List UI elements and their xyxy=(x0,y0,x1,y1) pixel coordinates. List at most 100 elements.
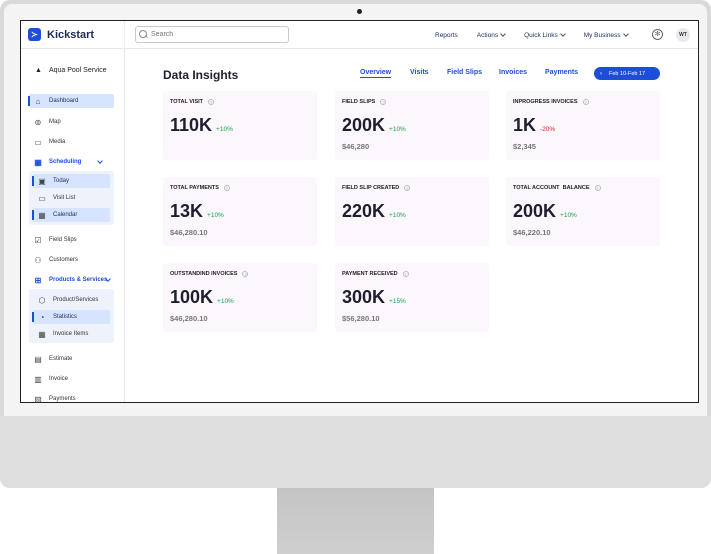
tab-overview[interactable]: Overview xyxy=(360,69,392,78)
sidebar-item-label: Products & Services xyxy=(49,277,108,283)
sidebar-item-calendar[interactable]: ▦ Calendar xyxy=(32,208,110,222)
monitor-frame: ≻ Kickstart Reports Actions Quick Links … xyxy=(0,0,711,488)
card-value: 300K xyxy=(342,287,386,307)
card-delta: +10% xyxy=(217,298,234,305)
gear-icon[interactable]: ✻ xyxy=(652,29,663,40)
chevron-down-icon xyxy=(622,31,629,37)
reports-label: Reports xyxy=(435,31,458,39)
chevron-left-icon: ‹ xyxy=(600,70,602,77)
quick-links-menu[interactable]: Quick Links xyxy=(524,31,566,39)
card-value: 220K xyxy=(342,201,386,221)
sidebar-item-media[interactable]: ▭ Media xyxy=(29,135,114,149)
grid-icon: ⊞ xyxy=(34,275,42,285)
calendar-icon: ▦ xyxy=(38,210,46,220)
sidebar-item-label: Payments xyxy=(49,396,76,402)
chevron-down-icon xyxy=(97,158,103,164)
card-label-row: FIELD SLIPS? xyxy=(342,99,387,105)
card-label: FIELD SLIPS xyxy=(342,99,376,105)
stat-card-field-slip-created: FIELD SLIP CREATED? 220K +10% xyxy=(335,177,489,246)
sidebar-item-label: Map xyxy=(49,119,61,125)
sidebar-item-map[interactable]: ⊚ Map xyxy=(29,115,114,129)
card-delta: +10% xyxy=(560,212,577,219)
card-value-row: 110K +10% xyxy=(170,115,233,136)
card-value: 1K xyxy=(513,115,537,135)
card-value: 200K xyxy=(342,115,386,135)
sidebar-item-invoice-items[interactable]: ▦ Invoice Items xyxy=(33,327,110,341)
sidebar-item-today[interactable]: ▣ Today xyxy=(32,174,110,188)
help-icon[interactable]: ? xyxy=(208,99,215,105)
tab-payments[interactable]: Payments xyxy=(545,69,578,76)
card-value: 110K xyxy=(170,115,213,135)
card-label-row: TOTAL ACCOUNT BALANCE? xyxy=(513,185,601,191)
sidebar-item-label: Calendar xyxy=(53,212,78,218)
sidebar-item-label: Product/Services xyxy=(53,297,99,303)
chart-pie-icon: ◔ xyxy=(39,312,45,322)
monitor-chin xyxy=(0,416,711,488)
sidebar-item-scheduling[interactable]: ▦ Scheduling xyxy=(29,155,114,169)
card-value-row: 200K +10% xyxy=(342,115,406,136)
help-icon[interactable]: ? xyxy=(594,185,601,191)
top-bar: ≻ Kickstart Reports Actions Quick Links … xyxy=(21,21,698,49)
card-value-row: 100K +10% xyxy=(170,287,234,308)
sidebar-item-customers[interactable]: ⚇ Customers xyxy=(29,253,114,267)
card-subvalue: $2,345 xyxy=(513,142,536,151)
card-label-row: TOTAL VISIT? xyxy=(170,99,215,105)
stat-card-field-slips: FIELD SLIPS? 200K +10% $46,280 xyxy=(335,91,489,160)
card-label: TOTAL VISIT xyxy=(170,99,204,105)
card-subvalue: $46,280 xyxy=(342,142,370,151)
stat-card-total-visit: TOTAL VISIT? 110K +10% xyxy=(163,91,317,160)
avatar[interactable]: WT xyxy=(676,28,690,42)
my-business-menu[interactable]: My Business xyxy=(584,31,629,39)
chevron-down-icon xyxy=(559,31,566,37)
card-label-row: TOTAL PAYMENTS? xyxy=(170,185,230,191)
date-range-button[interactable]: ‹ Feb 10-Feb 17 xyxy=(594,67,660,80)
sidebar-item-label: Field Slips xyxy=(49,237,77,243)
business-logo-icon: ▲ xyxy=(35,67,42,74)
card-label-row: INPROGRESS INVOICES? xyxy=(513,99,589,105)
business-selector[interactable]: ▲ Aqua Pool Service xyxy=(35,67,107,74)
search-input[interactable] xyxy=(151,31,281,38)
help-icon[interactable]: ? xyxy=(404,185,411,191)
calendar-day-icon: ▣ xyxy=(38,176,46,186)
sidebar-item-invoice[interactable]: ▥ Invoice xyxy=(29,372,114,386)
date-range-label: Feb 10-Feb 17 xyxy=(609,70,646,77)
reports-link[interactable]: Reports xyxy=(435,32,458,39)
help-icon[interactable]: ? xyxy=(223,185,230,191)
card-delta: -20% xyxy=(540,126,556,133)
actions-menu[interactable]: Actions xyxy=(476,31,506,39)
sidebar-item-product-services[interactable]: ⬡ Product/Services xyxy=(33,293,110,307)
card-subvalue: $46,280.10 xyxy=(170,228,208,237)
help-icon[interactable]: ? xyxy=(402,271,409,277)
help-icon[interactable]: ? xyxy=(582,99,589,105)
sidebar-item-statistics[interactable]: ◔ Statistics xyxy=(32,310,110,324)
card-delta: +15% xyxy=(389,298,406,305)
card-value-row: 220K +10% xyxy=(342,201,406,222)
tab-field-slips[interactable]: Field Slips xyxy=(447,69,482,76)
table-icon: ▦ xyxy=(38,329,46,339)
app-screen: ≻ Kickstart Reports Actions Quick Links … xyxy=(20,20,699,403)
camera-dot xyxy=(357,9,362,14)
help-icon[interactable]: ? xyxy=(380,99,387,105)
actions-label: Actions xyxy=(476,31,499,39)
sidebar: ▲ Aqua Pool Service ⌂ Dashboard ⊚ Map ▭ Med… xyxy=(21,49,125,403)
sidebar-item-dashboard[interactable]: ⌂ Dashboard xyxy=(28,94,114,108)
card-label-row: FIELD SLIP CREATED? xyxy=(342,185,411,191)
home-icon: ⌂ xyxy=(35,96,41,106)
search-box[interactable] xyxy=(135,26,289,43)
sidebar-item-payments[interactable]: ▨ Payments xyxy=(29,392,114,403)
sidebar-item-estimate[interactable]: ▤ Estimate xyxy=(29,352,114,366)
sidebar-item-label: Today xyxy=(53,178,70,184)
brand[interactable]: ≻ Kickstart xyxy=(21,21,125,49)
sidebar-item-visit-list[interactable]: ▭ Visit List xyxy=(33,191,110,205)
sidebar-item-products-services[interactable]: ⊞ Products & Services xyxy=(29,273,114,287)
card-value-row: 300K +15% xyxy=(342,287,406,308)
tab-invoices[interactable]: Invoices xyxy=(499,69,527,76)
help-icon[interactable]: ? xyxy=(242,271,249,277)
estimate-icon: ▤ xyxy=(34,354,42,364)
tab-visits[interactable]: Visits xyxy=(410,69,429,76)
card-delta: +10% xyxy=(207,212,224,219)
card-subvalue: $56,280.10 xyxy=(342,314,380,323)
sidebar-item-field-slips[interactable]: ☑ Field Slips xyxy=(29,233,114,247)
chevron-down-icon xyxy=(500,31,506,37)
map-pin-icon: ⊚ xyxy=(34,117,42,127)
